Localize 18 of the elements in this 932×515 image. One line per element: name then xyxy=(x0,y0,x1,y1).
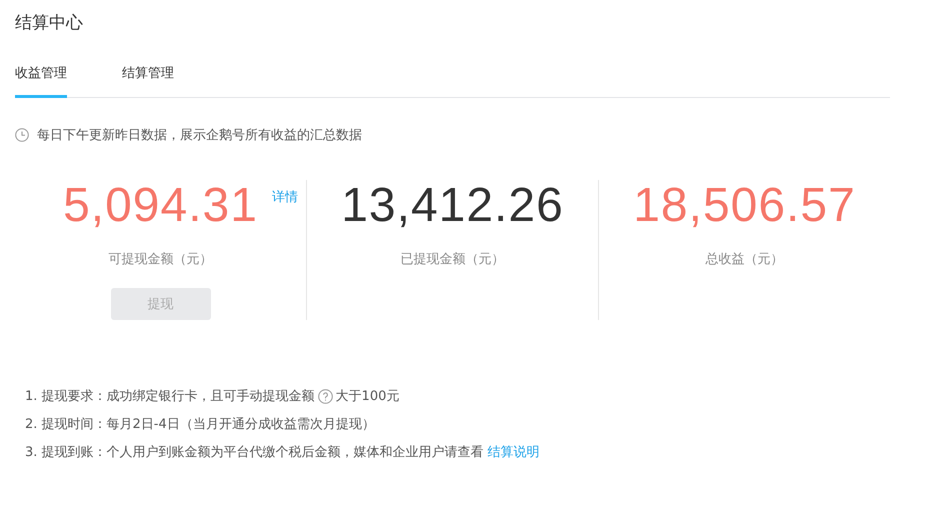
amount-label: 已提现金额（元） xyxy=(400,251,504,268)
amount-value: 13,412.26 xyxy=(341,180,564,232)
help-icon[interactable] xyxy=(318,388,333,404)
note-text: 1. 提现要求：成功绑定银行卡，且可手动提现金额 xyxy=(25,388,315,405)
settlement-info-link[interactable]: 结算说明 xyxy=(488,445,540,460)
tab[interactable]: 收益管理 xyxy=(15,58,67,98)
note-text: 3. 提现到账：个人用户到账金额为平台代缴个税后金额，媒体和企业用户请查看 结算说明 xyxy=(25,444,540,461)
amount-label: 总收益（元） xyxy=(706,251,784,268)
amount-value: 5,094.31 xyxy=(63,180,258,232)
note-text: 大于100元 xyxy=(336,388,400,405)
tab[interactable]: 结算管理 xyxy=(122,58,174,98)
details-link[interactable]: 详情 xyxy=(272,188,298,206)
amount-label: 可提现金额（元） xyxy=(108,251,212,268)
clock-icon xyxy=(15,128,29,142)
amount-value: 18,506.57 xyxy=(633,180,856,232)
notice-text: 每日下午更新昨日数据，展示企鹅号所有收益的汇总数据 xyxy=(37,127,362,144)
note-text: 2. 提现时间：每月2日-4日（当月开通分成收益需次月提现） xyxy=(25,416,375,433)
page-title: 结算中心 xyxy=(15,12,84,35)
